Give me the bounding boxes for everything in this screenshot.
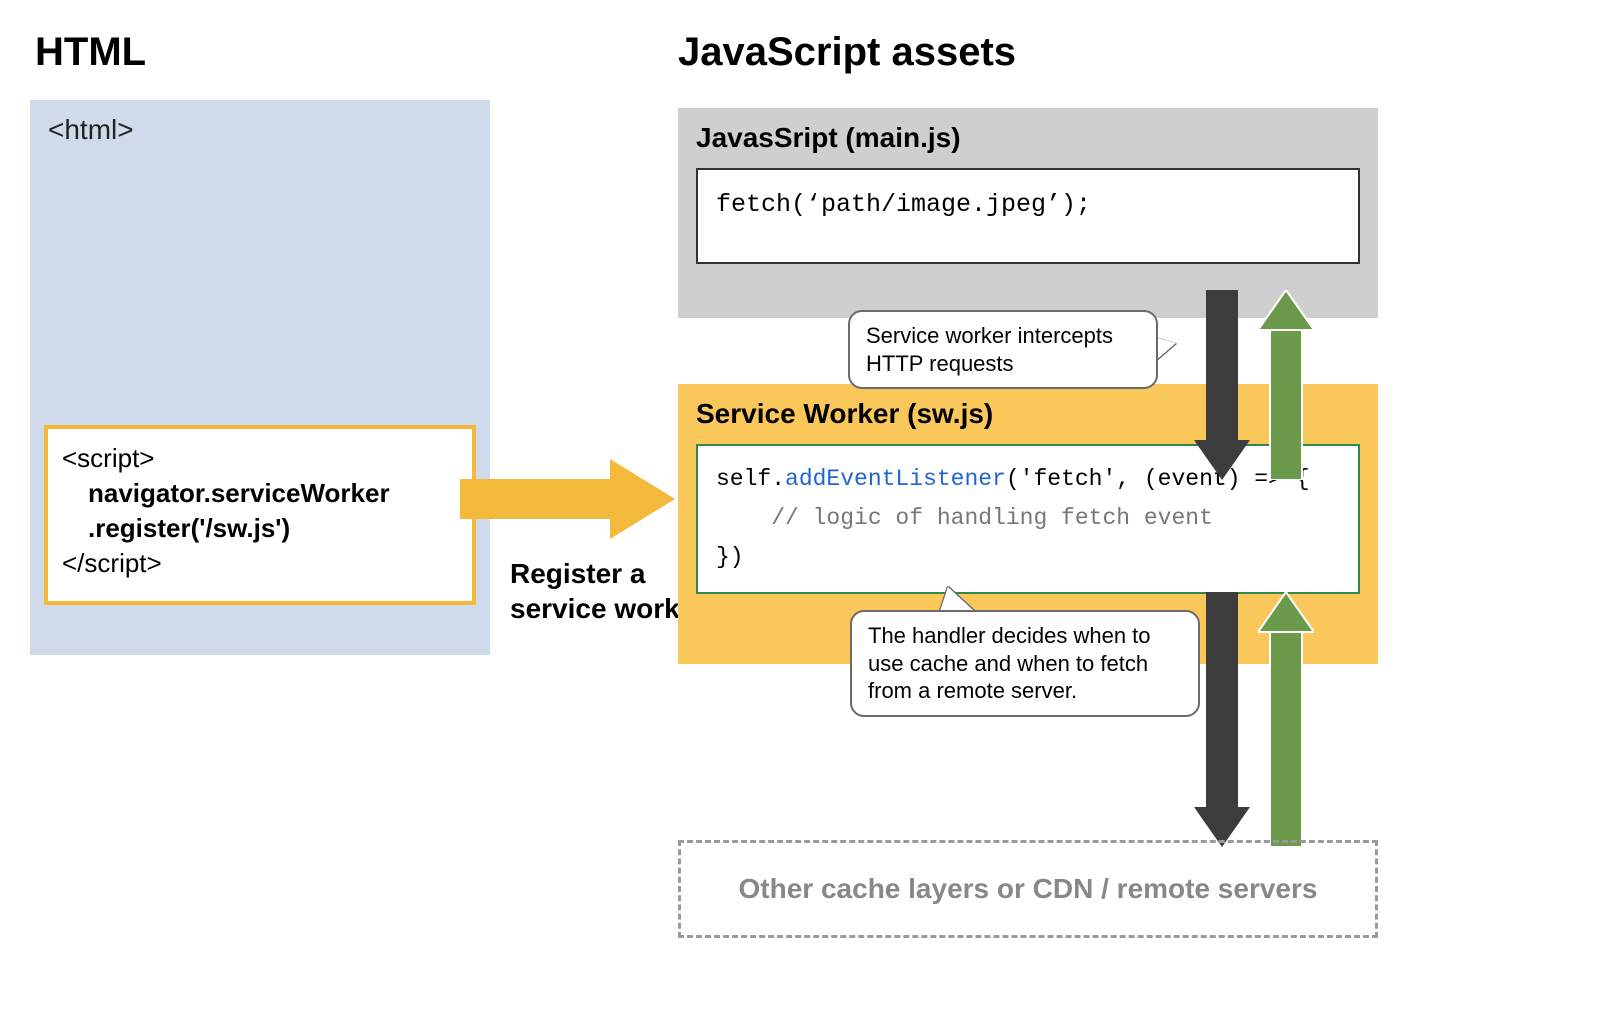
- servers-box: Other cache layers or CDN / remote serve…: [678, 840, 1378, 938]
- sw-code-end: }): [716, 544, 744, 570]
- sw-code-prefix: self.: [716, 466, 785, 492]
- register-arrow-icon: [460, 454, 675, 544]
- mainjs-code: fetch(‘path/image.jpeg’);: [696, 168, 1360, 264]
- script-open-tag: <script>: [62, 443, 155, 473]
- callout-handler-line2: use cache and when to fetch: [868, 651, 1148, 676]
- callout-handler-tail-icon: [940, 587, 974, 611]
- register-label-line1: Register a: [510, 558, 645, 589]
- script-line1: navigator.serviceWorker: [62, 476, 458, 511]
- callout-intercept: Service worker intercepts HTTP requests: [848, 310, 1158, 389]
- arrow-up-servers-to-sw-icon: [1258, 592, 1314, 847]
- servers-label: Other cache layers or CDN / remote serve…: [739, 873, 1318, 905]
- callout-intercept-line1: Service worker intercepts: [866, 323, 1113, 348]
- heading-js-assets: JavaScript assets: [678, 30, 1016, 75]
- register-label: Register a service worker: [510, 556, 706, 626]
- sw-code-method: addEventListener: [785, 466, 1006, 492]
- script-line2: .register('/sw.js'): [62, 511, 458, 546]
- callout-handler-line3: from a remote server.: [868, 678, 1077, 703]
- arrow-down-main-to-sw-icon: [1194, 290, 1250, 480]
- arrow-up-sw-to-main-icon: [1258, 290, 1314, 480]
- callout-handler: The handler decides when to use cache an…: [850, 610, 1200, 717]
- html-open-tag: <html>: [48, 114, 134, 146]
- callout-handler-line1: The handler decides when to: [868, 623, 1151, 648]
- heading-html: HTML: [35, 30, 146, 75]
- script-close-tag: </script>: [62, 548, 162, 578]
- html-panel: <html> <script> navigator.serviceWorker …: [30, 100, 490, 655]
- callout-intercept-line2: HTTP requests: [866, 351, 1014, 376]
- script-block: <script> navigator.serviceWorker .regist…: [44, 425, 476, 605]
- mainjs-title: JavasSript (main.js): [696, 122, 1360, 154]
- register-label-line2: service worker: [510, 593, 706, 624]
- mainjs-panel: JavasSript (main.js) fetch(‘path/image.j…: [678, 108, 1378, 318]
- sw-code-comment: // logic of handling fetch event: [716, 505, 1213, 531]
- arrow-down-sw-to-servers-icon: [1194, 592, 1250, 847]
